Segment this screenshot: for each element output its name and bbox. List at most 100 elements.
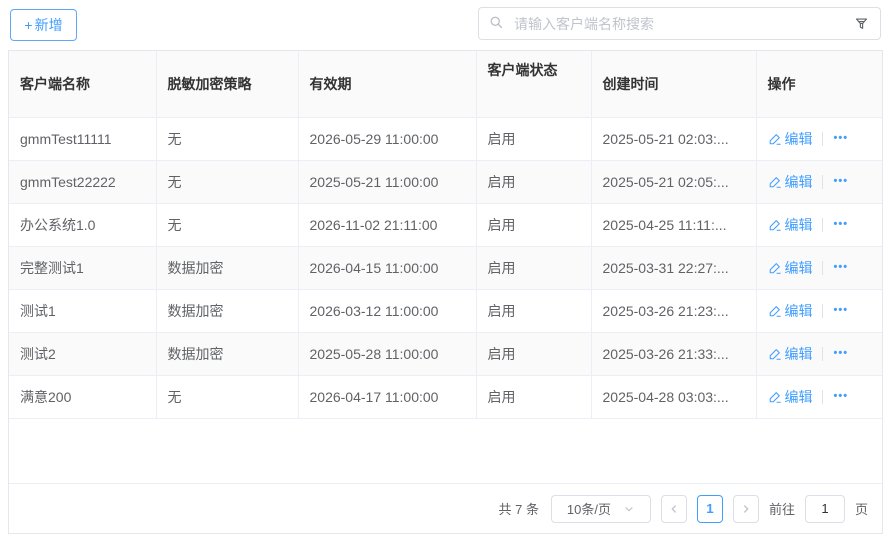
created-cell: 2025-05-21 02:03:... (591, 117, 756, 160)
validity-cell: 2026-05-29 11:00:00 (298, 117, 476, 160)
table-row: 测试1 数据加密 2026-03-12 11:00:00 启用 2025-03-… (9, 289, 882, 332)
validity-cell: 2025-05-28 11:00:00 (298, 332, 476, 375)
action-divider (822, 347, 823, 361)
table-row: 满意200 无 2026-04-17 11:00:00 启用 2025-04-2… (9, 375, 882, 418)
status-cell: 启用 (476, 203, 591, 246)
created-cell: 2025-03-26 21:23:... (591, 289, 756, 332)
edit-label: 编辑 (785, 172, 813, 192)
column-header-status: 客户端状态 (476, 51, 591, 117)
actions-cell: 编辑 ••• (756, 289, 882, 332)
next-page-button[interactable] (733, 495, 759, 523)
validity-cell: 2026-03-12 11:00:00 (298, 289, 476, 332)
client-name-cell: 测试2 (9, 332, 156, 375)
edit-label: 编辑 (785, 301, 813, 321)
more-actions-button[interactable]: ••• (832, 219, 851, 230)
client-name-cell: gmmTest11111 (9, 117, 156, 160)
status-cell: 启用 (476, 160, 591, 203)
table-row: 办公系统1.0 无 2026-11-02 21:11:00 启用 2025-04… (9, 203, 882, 246)
action-divider (822, 261, 823, 275)
edit-button[interactable]: 编辑 (768, 129, 813, 149)
page-size-value: 10条/页 (567, 499, 611, 518)
status-cell: 启用 (476, 332, 591, 375)
chevron-down-icon (623, 503, 635, 515)
action-divider (822, 175, 823, 189)
edit-button[interactable]: 编辑 (768, 344, 813, 364)
plus-icon: + (24, 17, 32, 33)
table-row: 测试2 数据加密 2025-05-28 11:00:00 启用 2025-03-… (9, 332, 882, 375)
filter-funnel-icon[interactable] (852, 14, 871, 33)
actions-cell: 编辑 ••• (756, 160, 882, 203)
add-client-button[interactable]: + 新增 (10, 9, 77, 41)
edit-label: 编辑 (785, 344, 813, 364)
edit-pen-icon (768, 175, 782, 189)
search-box (478, 7, 881, 40)
actions-cell: 编辑 ••• (756, 375, 882, 418)
actions-cell: 编辑 ••• (756, 117, 882, 160)
table-header-row: 客户端名称 脱敏加密策略 有效期 客户端状态 创建时间 操作 (9, 51, 882, 117)
more-actions-button[interactable]: ••• (832, 348, 851, 359)
table-body: gmmTest11111 无 2026-05-29 11:00:00 启用 20… (9, 117, 882, 418)
table-empty-area (9, 419, 882, 484)
page-number-1[interactable]: 1 (697, 495, 723, 523)
column-header-actions: 操作 (756, 51, 882, 117)
policy-cell: 无 (156, 203, 298, 246)
created-cell: 2025-03-31 22:27:... (591, 246, 756, 289)
column-header-validity: 有效期 (298, 51, 476, 117)
edit-label: 编辑 (785, 215, 813, 235)
goto-label: 前往 (769, 499, 795, 518)
policy-cell: 数据加密 (156, 289, 298, 332)
page-unit-label: 页 (855, 499, 868, 518)
status-cell: 启用 (476, 117, 591, 160)
page-size-select[interactable]: 10条/页 (551, 495, 651, 523)
client-name-cell: gmmTest22222 (9, 160, 156, 203)
column-header-policy: 脱敏加密策略 (156, 51, 298, 117)
client-name-cell: 办公系统1.0 (9, 203, 156, 246)
client-name-cell: 测试1 (9, 289, 156, 332)
action-divider (822, 132, 823, 146)
search-input[interactable] (512, 15, 844, 33)
edit-label: 编辑 (785, 387, 813, 407)
created-cell: 2025-03-26 21:33:... (591, 332, 756, 375)
client-name-cell: 满意200 (9, 375, 156, 418)
policy-cell: 无 (156, 160, 298, 203)
action-divider (822, 390, 823, 404)
goto-page-input[interactable] (805, 495, 845, 523)
status-cell: 启用 (476, 246, 591, 289)
client-table: 客户端名称 脱敏加密策略 有效期 客户端状态 创建时间 操作 gmmTest11… (9, 51, 882, 419)
actions-cell: 编辑 ••• (756, 203, 882, 246)
total-count-label: 共 7 条 (499, 499, 539, 518)
column-header-client-name: 客户端名称 (9, 51, 156, 117)
edit-label: 编辑 (785, 258, 813, 278)
created-cell: 2025-04-25 11:11:... (591, 203, 756, 246)
more-actions-button[interactable]: ••• (832, 262, 851, 273)
more-actions-button[interactable]: ••• (832, 133, 851, 144)
more-actions-button[interactable]: ••• (832, 305, 851, 316)
more-actions-button[interactable]: ••• (832, 176, 851, 187)
created-cell: 2025-04-28 03:03:... (591, 375, 756, 418)
prev-page-button[interactable] (661, 495, 687, 523)
table-row: gmmTest11111 无 2026-05-29 11:00:00 启用 20… (9, 117, 882, 160)
action-divider (822, 304, 823, 318)
edit-button[interactable]: 编辑 (768, 215, 813, 235)
table-row: gmmTest22222 无 2025-05-21 11:00:00 启用 20… (9, 160, 882, 203)
table-header: 客户端名称 脱敏加密策略 有效期 客户端状态 创建时间 操作 (9, 51, 882, 117)
policy-cell: 数据加密 (156, 246, 298, 289)
edit-button[interactable]: 编辑 (768, 301, 813, 321)
policy-cell: 数据加密 (156, 332, 298, 375)
add-button-label: 新增 (35, 15, 63, 35)
status-cell: 启用 (476, 289, 591, 332)
policy-cell: 无 (156, 117, 298, 160)
policy-cell: 无 (156, 375, 298, 418)
edit-button[interactable]: 编辑 (768, 172, 813, 192)
client-table-card: 客户端名称 脱敏加密策略 有效期 客户端状态 创建时间 操作 gmmTest11… (8, 50, 883, 534)
created-cell: 2025-05-21 02:05:... (591, 160, 756, 203)
edit-button[interactable]: 编辑 (768, 387, 813, 407)
validity-cell: 2026-11-02 21:11:00 (298, 203, 476, 246)
edit-button[interactable]: 编辑 (768, 258, 813, 278)
edit-pen-icon (768, 304, 782, 318)
pagination-bar: 共 7 条 10条/页 1 前往 (9, 483, 882, 533)
more-actions-button[interactable]: ••• (832, 391, 851, 402)
chevron-left-icon (668, 503, 680, 515)
actions-cell: 编辑 ••• (756, 332, 882, 375)
edit-pen-icon (768, 132, 782, 146)
